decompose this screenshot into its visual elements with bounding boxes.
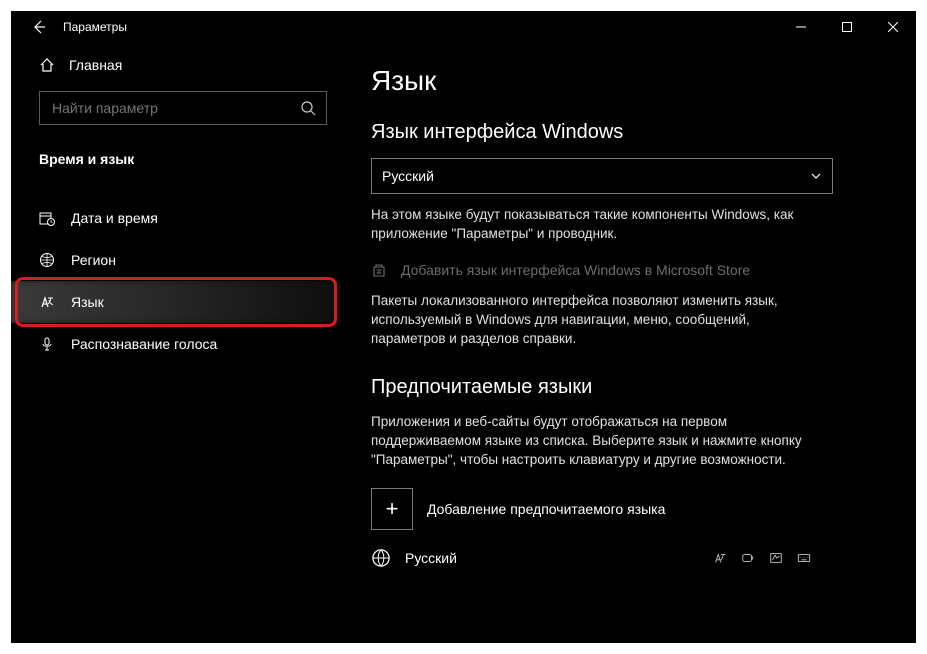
- sidebar-item-label: Язык: [71, 294, 104, 310]
- keyboard-icon: [797, 551, 811, 565]
- home-icon: [39, 57, 55, 73]
- search-box[interactable]: [39, 91, 327, 125]
- minimize-button[interactable]: [778, 11, 824, 43]
- microphone-icon: [39, 336, 55, 352]
- language-pack-description: Пакеты локализованного интерфейса позвол…: [371, 292, 821, 349]
- store-link-label: Добавить язык интерфейса Windows в Micro…: [401, 262, 750, 278]
- sidebar-item-region[interactable]: Регион: [11, 239, 341, 281]
- sidebar-item-speech[interactable]: Распознавание голоса: [11, 323, 341, 365]
- globe-language-icon: [371, 548, 391, 568]
- store-link[interactable]: Добавить язык интерфейса Windows в Micro…: [371, 262, 886, 278]
- sidebar-item-date-time[interactable]: Дата и время: [11, 197, 341, 239]
- text-to-speech-icon: [741, 551, 755, 565]
- display-language-dropdown[interactable]: Русский: [371, 158, 833, 194]
- sidebar: Главная Время и язык Дата и время: [11, 43, 341, 643]
- sidebar-item-label: Распознавание голоса: [71, 336, 217, 352]
- language-pack-icon: [713, 551, 727, 565]
- language-feature-icons: [713, 551, 811, 565]
- section-title-preferred-languages: Предпочитаемые языки: [371, 376, 886, 399]
- store-icon: [371, 262, 387, 278]
- calendar-clock-icon: [39, 210, 55, 226]
- language-icon: [39, 294, 55, 310]
- sidebar-item-language[interactable]: Язык: [11, 281, 341, 323]
- home-link[interactable]: Главная: [39, 57, 327, 73]
- handwriting-icon: [769, 551, 783, 565]
- sidebar-item-label: Дата и время: [71, 210, 158, 226]
- maximize-icon: [842, 22, 852, 32]
- section-title-display-language: Язык интерфейса Windows: [371, 121, 886, 144]
- close-button[interactable]: [870, 11, 916, 43]
- search-icon: [300, 100, 316, 116]
- chevron-down-icon: [810, 170, 822, 182]
- category-title: Время и язык: [39, 151, 327, 167]
- search-input[interactable]: [50, 99, 300, 117]
- language-item-russian[interactable]: Русский: [371, 548, 811, 568]
- language-item-label: Русский: [405, 550, 457, 566]
- display-language-description: На этом языке будут показываться такие к…: [371, 206, 821, 244]
- home-label: Главная: [69, 57, 122, 73]
- add-language-button[interactable]: + Добавление предпочитаемого языка: [371, 488, 886, 530]
- sidebar-item-label: Регион: [71, 252, 116, 268]
- globe-icon: [39, 252, 55, 268]
- window-title: Параметры: [63, 20, 127, 34]
- content-pane: Язык Язык интерфейса Windows Русский На …: [341, 43, 916, 643]
- window-controls: [778, 11, 916, 43]
- close-icon: [888, 22, 898, 32]
- plus-icon: +: [371, 488, 413, 530]
- minimize-icon: [796, 22, 806, 32]
- page-title: Язык: [371, 65, 886, 97]
- back-button[interactable]: [19, 11, 59, 43]
- preferred-languages-description: Приложения и веб-сайты будут отображатьс…: [371, 413, 821, 470]
- arrow-left-icon: [31, 19, 47, 35]
- dropdown-value: Русский: [382, 168, 434, 184]
- maximize-button[interactable]: [824, 11, 870, 43]
- add-language-label: Добавление предпочитаемого языка: [427, 501, 665, 517]
